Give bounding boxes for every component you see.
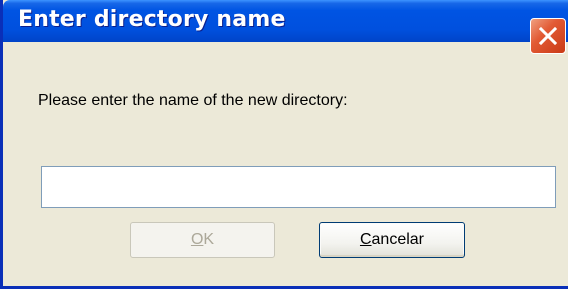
cancel-button[interactable]: Cancelar — [319, 222, 465, 258]
close-button[interactable] — [530, 18, 566, 54]
dialog-window: Enter directory name Please enter the na… — [0, 0, 568, 289]
prompt-label: Please enter the name of the new directo… — [38, 92, 348, 109]
cancel-button-mnemonic: C — [359, 231, 372, 248]
cancel-button-label: ancelar — [371, 231, 425, 248]
ok-button-label: K — [203, 231, 215, 248]
title-bar[interactable]: Enter directory name — [3, 0, 568, 42]
close-icon — [539, 27, 557, 45]
ok-button[interactable]: OK — [130, 222, 275, 258]
directory-name-input[interactable] — [41, 166, 556, 208]
dialog-title: Enter directory name — [18, 7, 286, 32]
ok-button-mnemonic: O — [190, 231, 204, 248]
